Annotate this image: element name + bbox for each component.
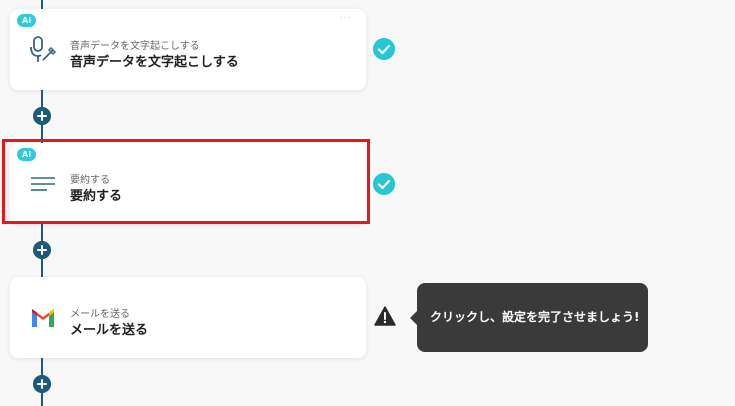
step-title: メールを送る	[70, 323, 149, 338]
check-icon	[373, 173, 395, 195]
warning-icon	[374, 306, 396, 326]
add-step-button[interactable]	[33, 107, 51, 125]
tooltip-arrow	[410, 311, 417, 325]
step-card-transcribe[interactable]: AI ··· 音声データを文字起こしする 音声データを文字起こしする	[10, 9, 366, 90]
setup-tooltip: クリックし、設定を完了させましょう!	[410, 283, 648, 352]
step-subtitle: メールを送る	[70, 309, 130, 320]
add-step-button[interactable]	[33, 241, 51, 259]
step-subtitle: 音声データを文字起こしする	[70, 41, 200, 52]
step-card-send-mail[interactable]: メールを送る メールを送る	[10, 277, 366, 358]
add-step-button[interactable]	[33, 375, 51, 393]
tooltip-text: クリックし、設定を完了させましょう!	[430, 310, 640, 324]
highlight-frame	[2, 139, 370, 224]
more-options-icon[interactable]: ···	[339, 13, 352, 24]
microphone-pen-icon	[30, 36, 57, 62]
check-icon	[373, 38, 395, 60]
ai-badge: AI	[17, 14, 37, 27]
gmail-icon	[32, 309, 54, 327]
step-title: 音声データを文字起こしする	[70, 55, 239, 70]
